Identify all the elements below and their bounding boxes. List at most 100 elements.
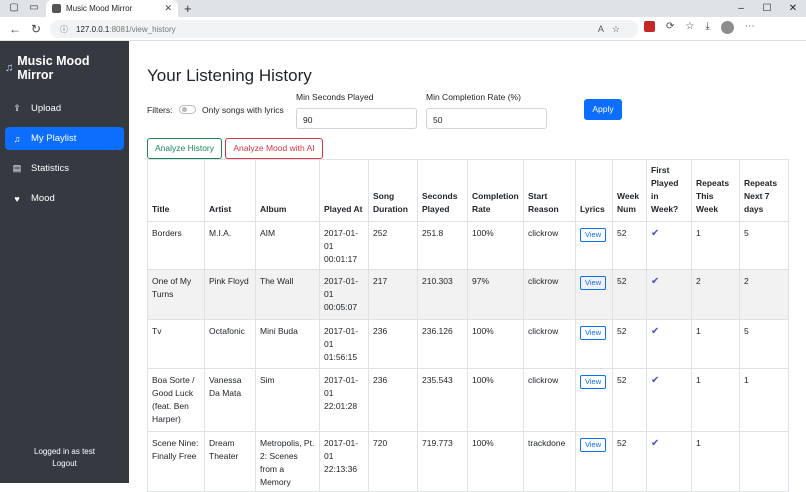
cell-duration: 252 [368, 221, 418, 270]
favorites-icon[interactable]: ☆ [685, 21, 694, 34]
back-icon[interactable]: ← [9, 22, 21, 36]
new-tab-icon[interactable]: + [184, 1, 192, 16]
cell-title: Tv [147, 319, 205, 369]
cell-week: 52 [612, 319, 647, 369]
cell-repeats-next: 5 [739, 319, 789, 369]
min-seconds-input[interactable]: 90 [296, 108, 417, 129]
minimize-icon[interactable]: – [728, 0, 754, 17]
workspaces-icon[interactable]: ▢ [8, 2, 20, 14]
logout-link[interactable]: Logout [0, 458, 129, 470]
view-lyrics-button[interactable]: View [580, 228, 607, 242]
history-table: Title Artist Album Played At Song Durati… [147, 159, 789, 492]
table-row: Boa Sorte / Good Luck (feat. Ben Harper)… [147, 368, 789, 432]
check-icon: ✔ [651, 228, 660, 239]
tab-title: Music Mood Mirror [66, 4, 133, 13]
sidebar-item-statistics[interactable]: ▤ Statistics [5, 157, 124, 180]
site-info-icon[interactable]: ⓘ [60, 24, 68, 35]
column-header: Repeats This Week [691, 159, 740, 222]
cell-title: Borders [147, 221, 205, 270]
cell-week: 52 [612, 221, 647, 270]
cell-seconds: 235.543 [417, 368, 468, 432]
tab-actions-icon[interactable]: ▭ [28, 2, 40, 14]
view-lyrics-button[interactable]: View [580, 326, 607, 340]
min-seconds-label: Min Seconds Played [296, 92, 374, 102]
music-note-icon: ♫ [13, 133, 21, 144]
cell-artist: Vanessa Da Mata [204, 368, 256, 432]
sidebar: ♫ Music Mood Mirror ⇪ Upload ♫ My Playli… [0, 41, 129, 483]
cell-seconds: 251.8 [417, 221, 468, 270]
cell-start-reason: clickrow [523, 368, 576, 432]
cell-repeats-next: 1 [739, 368, 789, 432]
view-lyrics-button[interactable]: View [580, 276, 607, 290]
url-host: 127.0.0.1 [76, 24, 110, 34]
lyrics-toggle-label: Only songs with lyrics [202, 105, 284, 115]
cell-played-at: 2017-01-01 00:05:07 [319, 269, 369, 320]
app-brand[interactable]: ♫ Music Mood Mirror [0, 41, 129, 82]
user-box: Logged in as test Logout [0, 446, 129, 470]
download-icon[interactable]: ⤓ [705, 21, 709, 34]
lyrics-toggle[interactable] [179, 105, 196, 114]
table-header-row: Title Artist Album Played At Song Durati… [147, 159, 789, 222]
extension-icon[interactable] [644, 21, 655, 32]
check-icon: ✔ [651, 375, 660, 386]
sidebar-item-label: Mood [31, 193, 55, 204]
table-row: Borders M.I.A. AIM 2017-01-01 00:01:17 2… [147, 221, 789, 270]
min-completion-input[interactable]: 50 [426, 108, 547, 129]
page-title: Your Listening History [147, 66, 312, 85]
cell-album: AIM [255, 221, 320, 270]
upload-icon: ⇪ [13, 103, 21, 113]
cell-completion: 97% [467, 269, 524, 320]
column-header: Played At [319, 159, 369, 222]
refresh-icon[interactable]: ↻ [30, 22, 42, 36]
min-completion-label: Min Completion Rate (%) [426, 92, 521, 102]
cell-completion: 100% [467, 221, 524, 270]
column-header: Seconds Played [417, 159, 468, 222]
cell-artist: M.I.A. [204, 221, 256, 270]
window-close-icon[interactable]: ✕ [780, 0, 806, 17]
sidebar-item-label: Upload [31, 103, 62, 114]
heart-icon: ♥ [14, 193, 20, 204]
profile-avatar[interactable] [720, 21, 734, 34]
cell-repeats-week: 2 [691, 269, 740, 320]
cell-week: 52 [612, 269, 647, 320]
cell-week: 52 [612, 368, 647, 432]
cell-title: Boa Sorte / Good Luck (feat. Ben Harper) [147, 368, 205, 432]
view-lyrics-button[interactable]: View [580, 375, 607, 389]
cell-start-reason: clickrow [523, 269, 576, 320]
cell-seconds: 236.126 [417, 319, 468, 369]
cell-duration: 236 [368, 319, 418, 369]
sidebar-item-my-playlist[interactable]: ♫ My Playlist [5, 127, 124, 150]
sidebar-item-upload[interactable]: ⇪ Upload [5, 97, 124, 120]
cell-completion: 100% [467, 368, 524, 432]
brand-label: Music Mood Mirror [17, 54, 90, 82]
analyze-history-button[interactable]: Analyze History [147, 138, 222, 159]
browser-tab[interactable]: Music Mood Mirror ✕ [46, 0, 178, 17]
logged-in-text: Logged in as test [34, 447, 95, 456]
cell-artist: Pink Floyd [204, 269, 256, 320]
url-path: :8081/view_history [109, 24, 176, 34]
check-icon: ✔ [651, 276, 660, 287]
maximize-icon[interactable]: ☐ [754, 0, 780, 17]
sync-icon[interactable]: ⟳ [666, 21, 674, 34]
more-menu-icon[interactable]: ⋯ [745, 21, 755, 34]
analyze-mood-button[interactable]: Analyze Mood with AI [225, 138, 323, 159]
cell-title: One of My Turns [147, 269, 205, 320]
window-controls: – ☐ ✕ [728, 0, 806, 17]
column-header: Lyrics [575, 159, 613, 222]
column-header: Artist [204, 159, 256, 222]
tab-close-icon[interactable]: ✕ [164, 3, 172, 14]
column-header: First Played in Week? [646, 159, 692, 222]
browser-tab-bar: ▢ ▭ Music Mood Mirror ✕ + – ☐ ✕ [0, 0, 806, 17]
table-row: Tv Octafonic Mini Buda 2017-01-01 01:56:… [147, 319, 789, 369]
read-aloud-and-favorite-icons[interactable]: A☆ [598, 24, 628, 35]
url-field[interactable]: ⓘ 127.0.0.1:8081/view_history A☆ [50, 20, 638, 38]
cell-repeats-week: 1 [691, 368, 740, 432]
cell-start-reason: clickrow [523, 319, 576, 369]
apply-button[interactable]: Apply [584, 99, 622, 120]
cell-album: Sim [255, 368, 320, 432]
view-lyrics-button[interactable]: View [580, 438, 607, 452]
sidebar-item-mood[interactable]: ♥ Mood [5, 187, 124, 210]
cell-duration: 236 [368, 368, 418, 432]
cell-album: Mini Buda [255, 319, 320, 369]
column-header: Title [147, 159, 205, 222]
